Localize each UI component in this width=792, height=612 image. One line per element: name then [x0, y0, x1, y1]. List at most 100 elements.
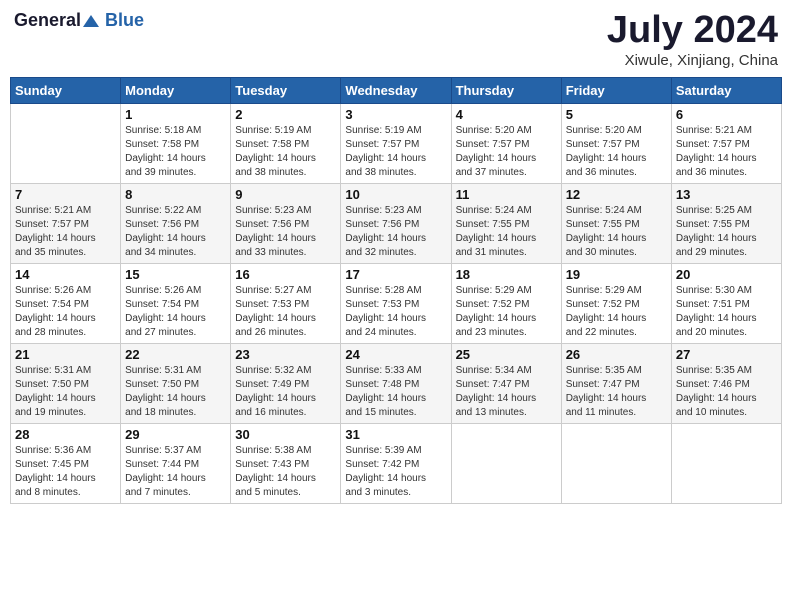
day-header-tuesday: Tuesday: [231, 77, 341, 103]
day-number: 21: [15, 347, 116, 362]
day-info: Sunrise: 5:31 AM Sunset: 7:50 PM Dayligh…: [15, 364, 116, 420]
day-header-sunday: Sunday: [11, 77, 121, 103]
day-number: 5: [566, 107, 667, 122]
title-block: July 2024 Xiwule, Xinjiang, China: [607, 10, 778, 69]
day-cell: [671, 423, 781, 503]
week-row-3: 14 Sunrise: 5:26 AM Sunset: 7:54 PM Dayli…: [11, 263, 782, 343]
day-number: 26: [566, 347, 667, 362]
day-info: Sunrise: 5:27 AM Sunset: 7:53 PM Dayligh…: [235, 284, 336, 340]
day-info: Sunrise: 5:33 AM Sunset: 7:48 PM Dayligh…: [345, 364, 446, 420]
week-row-2: 7Sunrise: 5:21 AM Sunset: 7:57 PM Daylig…: [11, 183, 782, 263]
month-title: July 2024: [607, 10, 778, 52]
day-info: Sunrise: 5:21 AM Sunset: 7:57 PM Dayligh…: [676, 124, 777, 180]
day-number: 1: [125, 107, 226, 122]
day-cell: 10 Sunrise: 5:23 AM Sunset: 7:56 PM Dayli…: [341, 183, 451, 263]
day-cell: 29Sunrise: 5:37 AM Sunset: 7:44 PM Dayli…: [121, 423, 231, 503]
day-info: Sunrise: 5:23 AM Sunset: 7:56 PM Dayligh…: [345, 204, 446, 260]
day-info: Sunrise: 5:19 AM Sunset: 7:58 PM Dayligh…: [235, 124, 336, 180]
day-header-friday: Friday: [561, 77, 671, 103]
day-number: 3: [345, 107, 446, 122]
day-number: 15: [125, 267, 226, 282]
day-number: 30: [235, 427, 336, 442]
day-info: Sunrise: 5:26 AM Sunset: 7:54 PM Dayligh…: [125, 284, 226, 340]
logo: General Blue: [14, 10, 144, 31]
day-number: 20: [676, 267, 777, 282]
day-cell: 17 Sunrise: 5:28 AM Sunset: 7:53 PM Dayli…: [341, 263, 451, 343]
day-info: Sunrise: 5:35 AM Sunset: 7:47 PM Dayligh…: [566, 364, 667, 420]
day-cell: 27 Sunrise: 5:35 AM Sunset: 7:46 PM Dayli…: [671, 343, 781, 423]
day-cell: 28 Sunrise: 5:36 AM Sunset: 7:45 PM Dayli…: [11, 423, 121, 503]
day-cell: 18 Sunrise: 5:29 AM Sunset: 7:52 PM Dayli…: [451, 263, 561, 343]
day-number: 31: [345, 427, 446, 442]
day-number: 17: [345, 267, 446, 282]
day-info: Sunrise: 5:29 AM Sunset: 7:52 PM Dayligh…: [456, 284, 557, 340]
day-cell: 30 Sunrise: 5:38 AM Sunset: 7:43 PM Dayli…: [231, 423, 341, 503]
day-info: Sunrise: 5:20 AM Sunset: 7:57 PM Dayligh…: [456, 124, 557, 180]
day-cell: 7Sunrise: 5:21 AM Sunset: 7:57 PM Daylig…: [11, 183, 121, 263]
day-cell: 26 Sunrise: 5:35 AM Sunset: 7:47 PM Dayli…: [561, 343, 671, 423]
day-header-wednesday: Wednesday: [341, 77, 451, 103]
day-info: Sunrise: 5:38 AM Sunset: 7:43 PM Dayligh…: [235, 444, 336, 500]
day-cell: 8Sunrise: 5:22 AM Sunset: 7:56 PM Daylig…: [121, 183, 231, 263]
day-cell: [561, 423, 671, 503]
day-number: 28: [15, 427, 116, 442]
day-number: 16: [235, 267, 336, 282]
day-cell: 12 Sunrise: 5:24 AM Sunset: 7:55 PM Dayli…: [561, 183, 671, 263]
day-cell: 13 Sunrise: 5:25 AM Sunset: 7:55 PM Dayli…: [671, 183, 781, 263]
day-cell: 23 Sunrise: 5:32 AM Sunset: 7:49 PM Dayli…: [231, 343, 341, 423]
day-header-thursday: Thursday: [451, 77, 561, 103]
day-cell: 22 Sunrise: 5:31 AM Sunset: 7:50 PM Dayli…: [121, 343, 231, 423]
day-info: Sunrise: 5:35 AM Sunset: 7:46 PM Dayligh…: [676, 364, 777, 420]
day-number: 10: [345, 187, 446, 202]
day-cell: 15 Sunrise: 5:26 AM Sunset: 7:54 PM Dayli…: [121, 263, 231, 343]
day-header-saturday: Saturday: [671, 77, 781, 103]
day-info: Sunrise: 5:34 AM Sunset: 7:47 PM Dayligh…: [456, 364, 557, 420]
day-cell: 14Sunrise: 5:26 AM Sunset: 7:54 PM Dayli…: [11, 263, 121, 343]
day-number: 19: [566, 267, 667, 282]
day-number: 27: [676, 347, 777, 362]
day-cell: 1 Sunrise: 5:18 AM Sunset: 7:58 PM Daylig…: [121, 103, 231, 183]
day-number: 2: [235, 107, 336, 122]
day-number: 9: [235, 187, 336, 202]
logo-general-text: General: [14, 10, 81, 31]
day-cell: 20Sunrise: 5:30 AM Sunset: 7:51 PM Dayli…: [671, 263, 781, 343]
day-info: Sunrise: 5:18 AM Sunset: 7:58 PM Dayligh…: [125, 124, 226, 180]
page-header: General Blue July 2024 Xiwule, Xinjiang,…: [10, 10, 782, 69]
day-cell: 24Sunrise: 5:33 AM Sunset: 7:48 PM Dayli…: [341, 343, 451, 423]
week-row-4: 21 Sunrise: 5:31 AM Sunset: 7:50 PM Dayli…: [11, 343, 782, 423]
day-info: Sunrise: 5:29 AM Sunset: 7:52 PM Dayligh…: [566, 284, 667, 340]
day-cell: 6 Sunrise: 5:21 AM Sunset: 7:57 PM Daylig…: [671, 103, 781, 183]
day-info: Sunrise: 5:24 AM Sunset: 7:55 PM Dayligh…: [566, 204, 667, 260]
day-cell: 4 Sunrise: 5:20 AM Sunset: 7:57 PM Daylig…: [451, 103, 561, 183]
day-cell: 19 Sunrise: 5:29 AM Sunset: 7:52 PM Dayli…: [561, 263, 671, 343]
day-number: 6: [676, 107, 777, 122]
day-cell: 25Sunrise: 5:34 AM Sunset: 7:47 PM Dayli…: [451, 343, 561, 423]
day-cell: 5 Sunrise: 5:20 AM Sunset: 7:57 PM Daylig…: [561, 103, 671, 183]
day-info: Sunrise: 5:21 AM Sunset: 7:57 PM Dayligh…: [15, 204, 116, 260]
logo-blue-text: Blue: [105, 10, 144, 31]
calendar-table: SundayMondayTuesdayWednesdayThursdayFrid…: [10, 77, 782, 504]
week-row-5: 28 Sunrise: 5:36 AM Sunset: 7:45 PM Dayli…: [11, 423, 782, 503]
day-info: Sunrise: 5:25 AM Sunset: 7:55 PM Dayligh…: [676, 204, 777, 260]
day-info: Sunrise: 5:19 AM Sunset: 7:57 PM Dayligh…: [345, 124, 446, 180]
day-number: 12: [566, 187, 667, 202]
day-info: Sunrise: 5:24 AM Sunset: 7:55 PM Dayligh…: [456, 204, 557, 260]
day-cell: 3 Sunrise: 5:19 AM Sunset: 7:57 PM Daylig…: [341, 103, 451, 183]
day-info: Sunrise: 5:31 AM Sunset: 7:50 PM Dayligh…: [125, 364, 226, 420]
day-number: 23: [235, 347, 336, 362]
day-info: Sunrise: 5:28 AM Sunset: 7:53 PM Dayligh…: [345, 284, 446, 340]
day-info: Sunrise: 5:20 AM Sunset: 7:57 PM Dayligh…: [566, 124, 667, 180]
day-number: 4: [456, 107, 557, 122]
day-number: 13: [676, 187, 777, 202]
day-cell: 31Sunrise: 5:39 AM Sunset: 7:42 PM Dayli…: [341, 423, 451, 503]
day-info: Sunrise: 5:32 AM Sunset: 7:49 PM Dayligh…: [235, 364, 336, 420]
day-cell: 16 Sunrise: 5:27 AM Sunset: 7:53 PM Dayli…: [231, 263, 341, 343]
day-number: 18: [456, 267, 557, 282]
day-number: 14: [15, 267, 116, 282]
day-number: 11: [456, 187, 557, 202]
day-info: Sunrise: 5:22 AM Sunset: 7:56 PM Dayligh…: [125, 204, 226, 260]
day-info: Sunrise: 5:36 AM Sunset: 7:45 PM Dayligh…: [15, 444, 116, 500]
day-cell: 2 Sunrise: 5:19 AM Sunset: 7:58 PM Daylig…: [231, 103, 341, 183]
day-number: 22: [125, 347, 226, 362]
day-info: Sunrise: 5:23 AM Sunset: 7:56 PM Dayligh…: [235, 204, 336, 260]
